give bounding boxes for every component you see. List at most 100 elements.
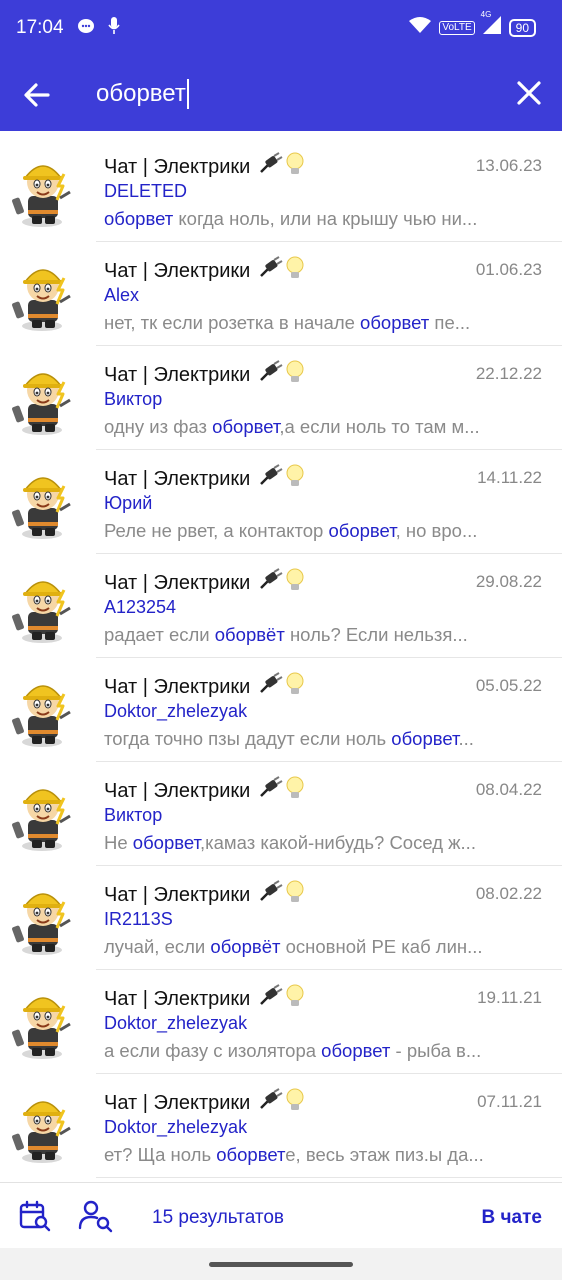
message-author: IR2113S [104,909,173,929]
chat-emoji [258,152,304,182]
chat-title: Чат | Электрики [104,984,304,1014]
message-author: Doktor_zhelezyak [104,701,248,721]
chat-title: Чат | Электрики [104,672,304,702]
chat-title: Чат | Электрики [104,776,304,806]
network-generation: 4G [480,10,492,19]
search-result-row[interactable]: Чат | Электрики 13.06.23 DELETED оборвет… [0,138,562,242]
chat-title: Чат | Электрики [104,464,304,494]
chat-emoji [258,464,304,494]
light-bulb-icon [286,672,304,702]
result-content: Чат | Электрики 07.11.21 Doktor_zhelezya… [96,1074,562,1178]
message-author: Doktor_zhelezyak [104,1013,248,1033]
chat-avatar [12,256,76,332]
search-result-row[interactable]: Чат | Электрики 29.08.22 A123254 радает … [0,554,562,658]
search-app-bar: оборвет [0,56,562,131]
message-snippet: оборвет когда ноль, или на крышу чью ни.… [104,208,522,230]
calendar-search-icon[interactable] [18,1199,52,1233]
search-result-row[interactable]: Чат | Электрики 07.11.21 Doktor_zhelezya… [0,1074,562,1178]
chat-emoji [258,984,304,1014]
chat-emoji [258,672,304,702]
chat-avatar [12,984,76,1060]
message-date: 07.11.21 [477,1092,542,1111]
plug-icon [258,152,284,182]
chat-emoji [258,360,304,390]
plug-icon [258,880,284,910]
chat-avatar [12,880,76,956]
chat-emoji [258,880,304,910]
light-bulb-icon [286,880,304,910]
snippet-before: одну из фаз [104,416,213,437]
plug-icon [258,360,284,390]
snippet-after: когда ноль, или на крышу чью ни... [173,208,478,229]
message-snippet: лучай, если оборвёт основной PE каб лин.… [104,936,522,958]
in-chat-button[interactable]: В чате [482,1207,542,1229]
snippet-match: оборвет [216,1144,286,1165]
chat-avatar [12,152,76,228]
search-result-row[interactable]: Чат | Электрики 08.04.22 Виктор Не оборв… [0,762,562,866]
chat-name: Чат | Электрики [104,467,251,490]
search-result-row[interactable]: Чат | Электрики 08.02.22 IR2113S лучай, … [0,866,562,970]
light-bulb-icon [286,152,304,182]
search-result-row[interactable]: Чат | Электрики 14.11.22 Юрий Реле не рв… [0,450,562,554]
snippet-after: ,камаз какой-нибудь? Сосед ж... [199,832,476,853]
message-author: Виктор [104,805,163,825]
search-results-list: Чат | Электрики 13.06.23 DELETED оборвет… [0,138,562,1178]
snippet-match: оборвет [360,312,430,333]
snippet-before: нет, тк если розетка в начале [104,312,361,333]
message-author: DELETED [104,181,188,201]
home-gesture-handle[interactable] [209,1262,353,1267]
light-bulb-icon [286,984,304,1014]
message-snippet: одну из фаз оборвет,а если ноль то там м… [104,416,522,438]
snippet-after: ... [458,728,474,749]
light-bulb-icon [286,776,304,806]
battery-indicator: 90 [508,18,536,37]
result-content: Чат | Электрики 05.05.22 Doktor_zhelezya… [96,658,562,762]
search-result-row[interactable]: Чат | Электрики 19.11.21 Doktor_zhelezya… [0,970,562,1074]
chat-title: Чат | Электрики [104,152,304,182]
result-content: Чат | Электрики 01.06.23 Alex нет, тк ес… [96,242,562,346]
chat-notification-icon [78,19,94,38]
wifi-icon [409,17,432,38]
result-content: Чат | Электрики 22.12.22 Виктор одну из … [96,346,562,450]
message-date: 08.02.22 [475,884,542,903]
chat-emoji [258,568,304,598]
message-snippet: Реле не рвет, а контактор оборвет, но вр… [104,520,522,542]
chat-title: Чат | Электрики [104,1088,304,1118]
chat-avatar [12,1088,76,1164]
snippet-match: оборвет [212,416,280,437]
chat-title: Чат | Электрики [104,568,304,598]
message-author: A123254 [104,597,177,617]
signal-icon: 4G [481,10,501,39]
snippet-match: оборвет [321,1040,391,1061]
light-bulb-icon [286,568,304,598]
back-arrow-icon[interactable] [22,80,52,110]
message-author: Юрий [104,493,153,513]
snippet-after: пе... [429,312,471,333]
snippet-after: основной PE каб лин... [280,936,483,957]
plug-icon [258,672,284,702]
snippet-after: , но вро... [395,520,478,541]
message-author: Doktor_zhelezyak [104,1117,248,1137]
search-result-row[interactable]: Чат | Электрики 01.06.23 Alex нет, тк ес… [0,242,562,346]
snippet-match: оборвет [132,832,200,853]
chat-name: Чат | Электрики [104,987,251,1010]
message-snippet: нет, тк если розетка в начале оборвет пе… [104,312,522,334]
user-search-icon[interactable] [78,1199,114,1233]
plug-icon [258,776,284,806]
message-date: 22.12.22 [475,364,542,383]
search-input[interactable]: оборвет [96,76,189,112]
chat-name: Чат | Электрики [104,675,251,698]
message-date: 13.06.23 [475,156,542,175]
result-content: Чат | Электрики 13.06.23 DELETED оборвет… [96,138,562,242]
chat-name: Чат | Электрики [104,883,251,906]
message-date: 19.11.21 [477,988,542,1007]
chat-title: Чат | Электрики [104,880,304,910]
clear-search-icon[interactable] [516,80,542,106]
snippet-match: оборвёт [214,624,285,645]
snippet-before: лучай, если [104,936,211,957]
chat-name: Чат | Электрики [104,155,251,178]
message-author: Виктор [104,389,163,409]
search-result-row[interactable]: Чат | Электрики 05.05.22 Doktor_zhelezya… [0,658,562,762]
search-result-row[interactable]: Чат | Электрики 22.12.22 Виктор одну из … [0,346,562,450]
snippet-match: оборвёт [210,936,281,957]
